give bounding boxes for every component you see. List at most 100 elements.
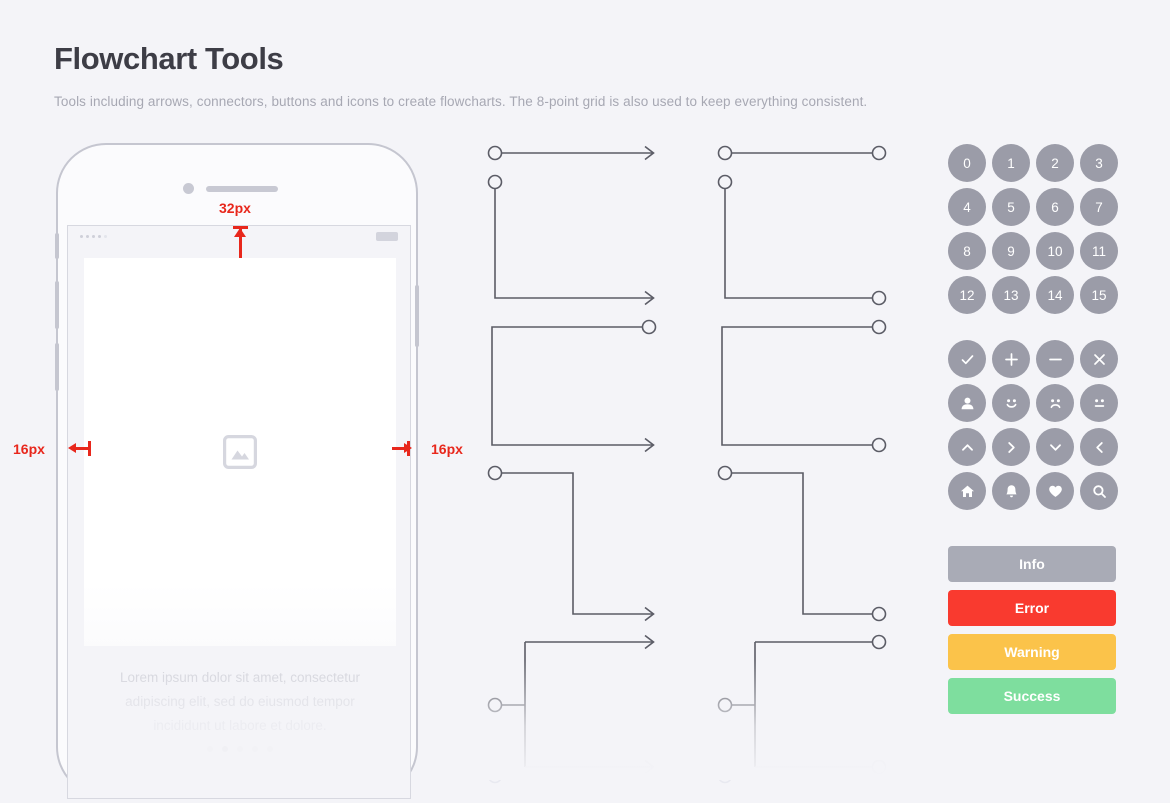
annotation-arrowhead-left — [68, 443, 76, 453]
status-button-info[interactable]: Info — [948, 546, 1116, 582]
person-icon[interactable] — [948, 384, 986, 422]
connector-line — [502, 472, 653, 615]
volume-down-button[interactable] — [55, 343, 59, 391]
number-badge-9[interactable]: 9 — [992, 232, 1030, 270]
connector-endpoint-circle — [717, 768, 733, 784]
phone-body: Lorem ipsum dolor sit amet, consectetur … — [55, 143, 419, 799]
pagination-dots[interactable] — [68, 746, 410, 752]
chevron-right-icon[interactable] — [992, 428, 1030, 466]
connector-line — [721, 326, 872, 446]
annotation-stem-left — [74, 447, 89, 450]
number-badge-13[interactable]: 13 — [992, 276, 1030, 314]
number-badge-12[interactable]: 12 — [948, 276, 986, 314]
connector-line — [732, 472, 872, 615]
number-badge-10[interactable]: 10 — [1036, 232, 1074, 270]
number-badge-4[interactable]: 4 — [948, 188, 986, 226]
battery-icon — [376, 232, 398, 241]
connector-line — [724, 189, 872, 299]
phone-screen: Lorem ipsum dolor sit amet, consectetur … — [67, 225, 411, 799]
connector-endpoint-circle — [871, 606, 887, 622]
connector-endpoint-circle — [641, 319, 657, 335]
close-icon[interactable] — [1080, 340, 1118, 378]
pagination-dot[interactable] — [207, 746, 213, 752]
number-badge-6[interactable]: 6 — [1036, 188, 1074, 226]
bell-icon[interactable] — [992, 472, 1030, 510]
chevron-up-icon[interactable] — [948, 428, 986, 466]
home-icon[interactable] — [948, 472, 986, 510]
circle-connector-column — [700, 140, 910, 785]
connector-endpoint-circle — [871, 290, 887, 306]
number-badge-8[interactable]: 8 — [948, 232, 986, 270]
smiley-happy-icon[interactable] — [992, 384, 1030, 422]
signal-dot — [92, 235, 95, 238]
smiley-sad-icon[interactable] — [1036, 384, 1074, 422]
search-icon[interactable] — [1080, 472, 1118, 510]
caption-line-3: incididunt ut labore et dolore. — [153, 718, 327, 733]
pagination-dot[interactable] — [237, 746, 243, 752]
annotation-label-right-spacing: 16px — [431, 441, 463, 457]
signal-dot — [80, 235, 83, 238]
image-content-area — [84, 258, 396, 646]
number-badge-11[interactable]: 11 — [1080, 232, 1118, 270]
pagination-dot-active[interactable] — [222, 746, 228, 752]
number-badge-5[interactable]: 5 — [992, 188, 1030, 226]
heart-icon[interactable] — [1036, 472, 1074, 510]
signal-dot — [86, 235, 89, 238]
circle-connectors-svg — [717, 145, 887, 784]
icon-badge-grid — [948, 340, 1118, 516]
connector-endpoint-circle — [487, 174, 503, 190]
number-badge-grid: 0 1 2 3 4 5 6 7 8 9 10 11 12 13 14 15 — [948, 144, 1118, 320]
signal-dot — [98, 235, 101, 238]
signal-dot — [104, 235, 107, 238]
status-button-success[interactable]: Success — [948, 678, 1116, 714]
number-badge-1[interactable]: 1 — [992, 144, 1030, 182]
annotation-label-left-spacing: 16px — [13, 441, 45, 457]
power-button[interactable] — [415, 285, 419, 347]
chevron-down-icon[interactable] — [1036, 428, 1074, 466]
image-placeholder-icon — [223, 435, 257, 469]
number-badge-2[interactable]: 2 — [1036, 144, 1074, 182]
screen-caption: Lorem ipsum dolor sit amet, consectetur … — [84, 666, 396, 738]
chevron-left-icon[interactable] — [1080, 428, 1118, 466]
right-rail: 0 1 2 3 4 5 6 7 8 9 10 11 12 13 14 15 In… — [948, 144, 1118, 722]
connector-endpoint-circle — [871, 759, 887, 775]
number-badge-14[interactable]: 14 — [1036, 276, 1074, 314]
caption-line-1: Lorem ipsum dolor sit amet, consectetur — [119, 670, 361, 685]
connector-endpoint-circle — [871, 634, 887, 650]
connector-line — [494, 189, 653, 299]
caption-line-2: adipiscing elit, sed do eiusmod tempor — [125, 694, 355, 709]
page-subtitle: Tools including arrows, connectors, butt… — [54, 94, 868, 110]
status-button-error[interactable]: Error — [948, 590, 1116, 626]
annotation-label-top-spacing: 32px — [219, 200, 251, 216]
connector-endpoint-circle — [487, 145, 503, 161]
smiley-neutral-icon[interactable] — [1080, 384, 1118, 422]
connector-endpoint-circle — [717, 697, 733, 713]
number-badge-15[interactable]: 15 — [1080, 276, 1118, 314]
connector-endpoint-circle — [871, 437, 887, 453]
connector-endpoint-circle — [717, 465, 733, 481]
number-badge-7[interactable]: 7 — [1080, 188, 1118, 226]
page-header: Flowchart Tools Tools including arrows, … — [54, 41, 1054, 110]
connector-endpoint-circle — [717, 145, 733, 161]
silent-switch-button[interactable] — [55, 233, 59, 259]
arrow-connectors-svg — [487, 145, 657, 784]
connector-endpoint-circle — [487, 465, 503, 481]
connector-endpoint-circle — [871, 145, 887, 161]
volume-up-button[interactable] — [55, 281, 59, 329]
pagination-dot[interactable] — [267, 746, 273, 752]
number-badge-3[interactable]: 3 — [1080, 144, 1118, 182]
pagination-dot[interactable] — [252, 746, 258, 752]
status-button-group: Info Error Warning Success — [948, 546, 1118, 714]
plus-icon[interactable] — [992, 340, 1030, 378]
front-camera-icon — [183, 183, 194, 194]
annotation-arrowhead-top — [234, 228, 246, 237]
status-button-warning[interactable]: Warning — [948, 634, 1116, 670]
check-icon[interactable] — [948, 340, 986, 378]
connector-endpoint-circle — [487, 768, 503, 784]
minus-icon[interactable] — [1036, 340, 1074, 378]
connector-line — [491, 326, 653, 446]
number-badge-0[interactable]: 0 — [948, 144, 986, 182]
connector-endpoint-circle — [871, 319, 887, 335]
signal-dots-icon — [80, 235, 107, 238]
page-title: Flowchart Tools — [54, 41, 284, 76]
